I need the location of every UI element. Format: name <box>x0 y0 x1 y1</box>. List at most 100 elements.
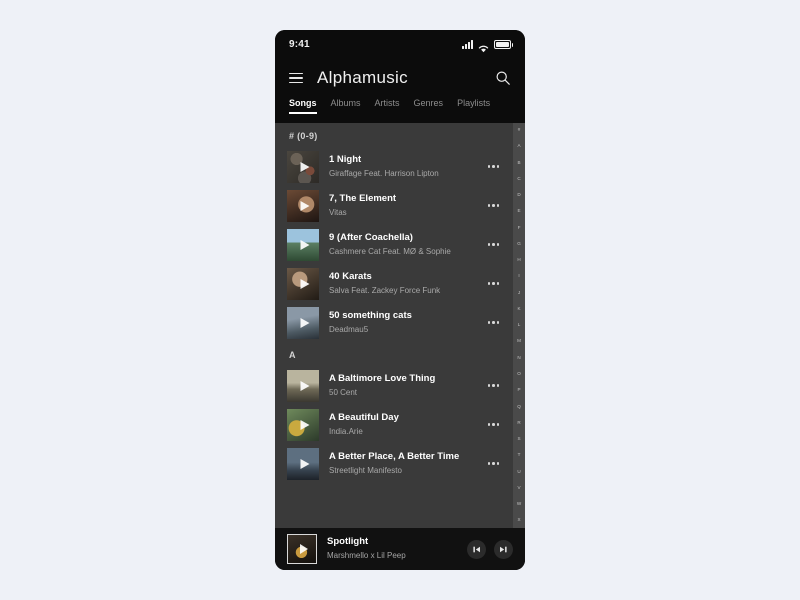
app-title: Alphamusic <box>317 68 408 87</box>
alphabet-index-letter[interactable]: U <box>517 469 520 475</box>
alphabet-index-letter[interactable]: F <box>518 225 521 231</box>
alphabet-index-letter[interactable]: S <box>517 436 520 442</box>
section-header-a: A <box>289 350 296 360</box>
more-options-icon[interactable] <box>480 198 504 213</box>
alphabet-index-letter[interactable]: T <box>518 453 521 458</box>
table-row[interactable]: 1 Night Giraffage Feat. Harrison Lipton <box>275 147 513 186</box>
play-icon <box>300 419 310 430</box>
cellular-signal-icon <box>462 39 473 49</box>
song-title: A Baltimore Love Thing <box>329 372 436 384</box>
more-options-icon[interactable] <box>480 417 504 432</box>
alphabet-index-letter[interactable]: Q <box>517 404 521 410</box>
alphabet-index-letter[interactable]: K <box>517 306 520 312</box>
album-art <box>287 369 319 402</box>
alphabet-index-letter[interactable]: R <box>517 420 520 426</box>
alphabet-index-letter[interactable]: W <box>517 501 521 507</box>
tab-playlists[interactable]: Playlists <box>457 98 490 114</box>
song-artist: 50 Cent <box>329 387 358 397</box>
play-icon <box>300 380 310 391</box>
song-meta: 9 (After Coachella) Cashmere Cat Feat. M… <box>329 232 480 257</box>
tab-bar: Songs Albums Artists Genres Playlists <box>275 98 525 123</box>
table-row[interactable]: 9 (After Coachella) Cashmere Cat Feat. M… <box>275 225 513 264</box>
song-artist: India.Arie <box>329 426 363 436</box>
album-art <box>287 267 319 300</box>
battery-icon <box>494 39 513 49</box>
play-icon <box>300 544 308 554</box>
song-meta: 1 Night Giraffage Feat. Harrison Lipton <box>329 154 480 179</box>
now-playing-bar[interactable]: Spotlight Marshmello x Lil Peep <box>275 528 525 570</box>
more-options-icon[interactable] <box>480 456 504 471</box>
screenshot-stage: 9:41 Alphamusic Songs Albums Artists Gen… <box>0 0 800 600</box>
alphabet-index-letter[interactable]: I <box>518 274 519 279</box>
song-list-container: # (0-9) 1 Night Giraffage Feat. Harrison… <box>275 123 525 528</box>
song-title: 40 Karats <box>329 270 372 282</box>
alphabet-index-letter[interactable]: V <box>517 485 520 491</box>
alphabet-index-letter[interactable]: J <box>518 290 520 296</box>
song-meta: A Better Place, A Better Time Streetligh… <box>329 451 480 476</box>
table-row[interactable]: 7, The Element Vitas <box>275 186 513 225</box>
table-row[interactable]: 50 something cats Deadmau5 <box>275 303 513 342</box>
album-art <box>287 228 319 261</box>
now-playing-title: Spotlight <box>327 536 369 548</box>
skip-previous-icon[interactable] <box>467 539 486 559</box>
app-bar: Alphamusic <box>275 58 525 98</box>
song-artist: Streetlight Manifesto <box>329 465 402 475</box>
search-icon[interactable] <box>495 70 511 86</box>
song-artist: Vitas <box>329 207 347 217</box>
more-options-icon[interactable] <box>480 315 504 330</box>
more-options-icon[interactable] <box>480 276 504 291</box>
song-meta: A Baltimore Love Thing 50 Cent <box>329 373 480 398</box>
status-bar-icons <box>462 39 513 52</box>
alphabet-index-letter[interactable]: N <box>517 355 520 361</box>
play-icon <box>300 317 310 328</box>
status-bar: 9:41 <box>275 30 525 58</box>
table-row[interactable]: A Baltimore Love Thing 50 Cent <box>275 366 513 405</box>
alphabet-index-letter[interactable]: L <box>518 323 521 328</box>
album-art <box>287 189 319 222</box>
alphabet-index-letter[interactable]: E <box>517 209 520 214</box>
more-options-icon[interactable] <box>480 378 504 393</box>
more-options-icon[interactable] <box>480 237 504 252</box>
alphabet-index-letter[interactable]: C <box>517 176 520 182</box>
song-title: 9 (After Coachella) <box>329 231 413 243</box>
song-title: 7, The Element <box>329 192 397 204</box>
tab-songs[interactable]: Songs <box>289 98 317 114</box>
alphabet-index-letter[interactable]: B <box>517 160 520 166</box>
alphabet-index-letter[interactable]: # <box>518 127 521 133</box>
table-row[interactable]: A Better Place, A Better Time Streetligh… <box>275 444 513 483</box>
song-meta: 50 something cats Deadmau5 <box>329 310 480 335</box>
play-icon <box>300 239 310 250</box>
alphabet-index-letter[interactable]: G <box>517 241 521 247</box>
alphabet-index-letter[interactable]: M <box>517 339 521 344</box>
song-list[interactable]: # (0-9) 1 Night Giraffage Feat. Harrison… <box>275 123 513 528</box>
table-row[interactable]: 40 Karats Salva Feat. Zackey Force Funk <box>275 264 513 303</box>
album-art <box>287 306 319 339</box>
song-title: A Better Place, A Better Time <box>329 450 460 462</box>
skip-next-icon[interactable] <box>494 539 513 559</box>
tab-artists[interactable]: Artists <box>375 98 400 114</box>
alphabet-index-letter[interactable]: O <box>517 371 521 377</box>
alphabet-index-letter[interactable]: H <box>517 258 520 263</box>
table-row[interactable]: A Beautiful Day India.Arie <box>275 405 513 444</box>
album-art <box>287 447 319 480</box>
song-meta: A Beautiful Day India.Arie <box>329 412 480 437</box>
now-playing-artist: Marshmello x Lil Peep <box>327 551 406 561</box>
play-icon <box>300 161 310 172</box>
hamburger-menu-icon[interactable] <box>289 72 303 84</box>
alphabet-index-letter[interactable]: X <box>517 518 520 523</box>
player-controls <box>467 539 513 559</box>
alphabet-index-scrubber[interactable]: # A B C D E F G H I J K L M N O P Q R S T U V W X <box>513 123 525 528</box>
tab-albums[interactable]: Albums <box>331 98 361 114</box>
alphabet-index-letter[interactable]: A <box>517 144 520 149</box>
phone-frame: 9:41 Alphamusic Songs Albums Artists Gen… <box>275 30 525 570</box>
more-options-icon[interactable] <box>480 159 504 174</box>
song-artist: Salva Feat. Zackey Force Funk <box>329 285 441 295</box>
song-title: 1 Night <box>329 153 362 165</box>
alphabet-index-letter[interactable]: P <box>517 388 520 393</box>
play-icon <box>300 200 310 211</box>
song-meta: 7, The Element Vitas <box>329 193 480 218</box>
play-icon <box>300 458 310 469</box>
alphabet-index-letter[interactable]: D <box>517 192 520 198</box>
song-meta: 40 Karats Salva Feat. Zackey Force Funk <box>329 271 480 296</box>
tab-genres[interactable]: Genres <box>414 98 444 114</box>
